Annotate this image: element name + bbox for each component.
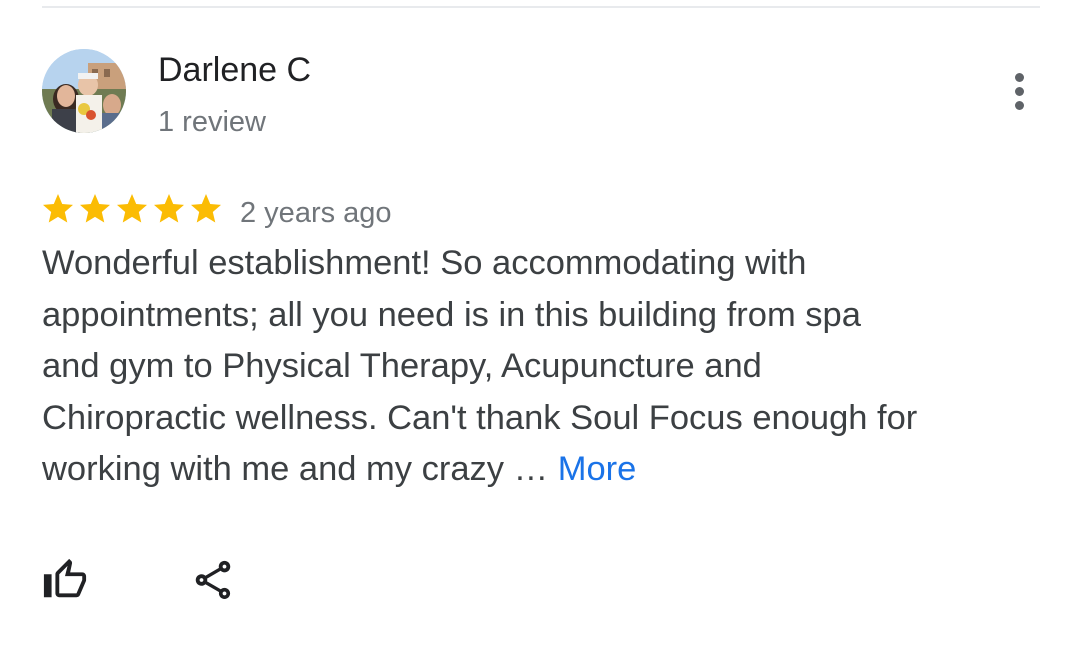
more-options-button[interactable]	[1000, 66, 1038, 116]
reviewer-review-count: 1 review	[158, 106, 266, 138]
star-icon	[40, 191, 76, 229]
top-divider	[42, 6, 1040, 8]
review-text-line: and gym to Physical Therapy, Acupuncture…	[42, 347, 762, 385]
profile-photo-icon	[42, 49, 126, 133]
review-text-line-fragment: working with me and my crazy …	[42, 450, 558, 488]
review-date: 2 years ago	[240, 197, 392, 229]
like-button[interactable]	[42, 557, 88, 603]
more-vert-icon	[1014, 72, 1024, 82]
review-text: Wonderful establishment! So accommodatin…	[42, 238, 1042, 496]
reviewer-avatar[interactable]	[42, 49, 126, 133]
star-icon	[77, 191, 113, 229]
share-button[interactable]	[190, 557, 236, 603]
star-icon	[151, 191, 187, 229]
review-text-line: appointments; all you need is in this bu…	[42, 295, 861, 334]
reviewer-name[interactable]: Darlene C	[158, 48, 311, 92]
thumb-up-icon	[43, 558, 87, 598]
review-text-line: working with me and my crazy … More	[42, 444, 1042, 496]
review-text-line: Chiropractic wellness. Can't thank Soul …	[42, 398, 918, 437]
more-link[interactable]: More	[558, 450, 637, 488]
review-text-line: Wonderful establishment! So accommodatin…	[42, 244, 807, 282]
star-icon	[188, 191, 224, 229]
star-rating	[40, 191, 224, 229]
share-icon	[195, 560, 231, 600]
star-icon	[114, 191, 150, 229]
